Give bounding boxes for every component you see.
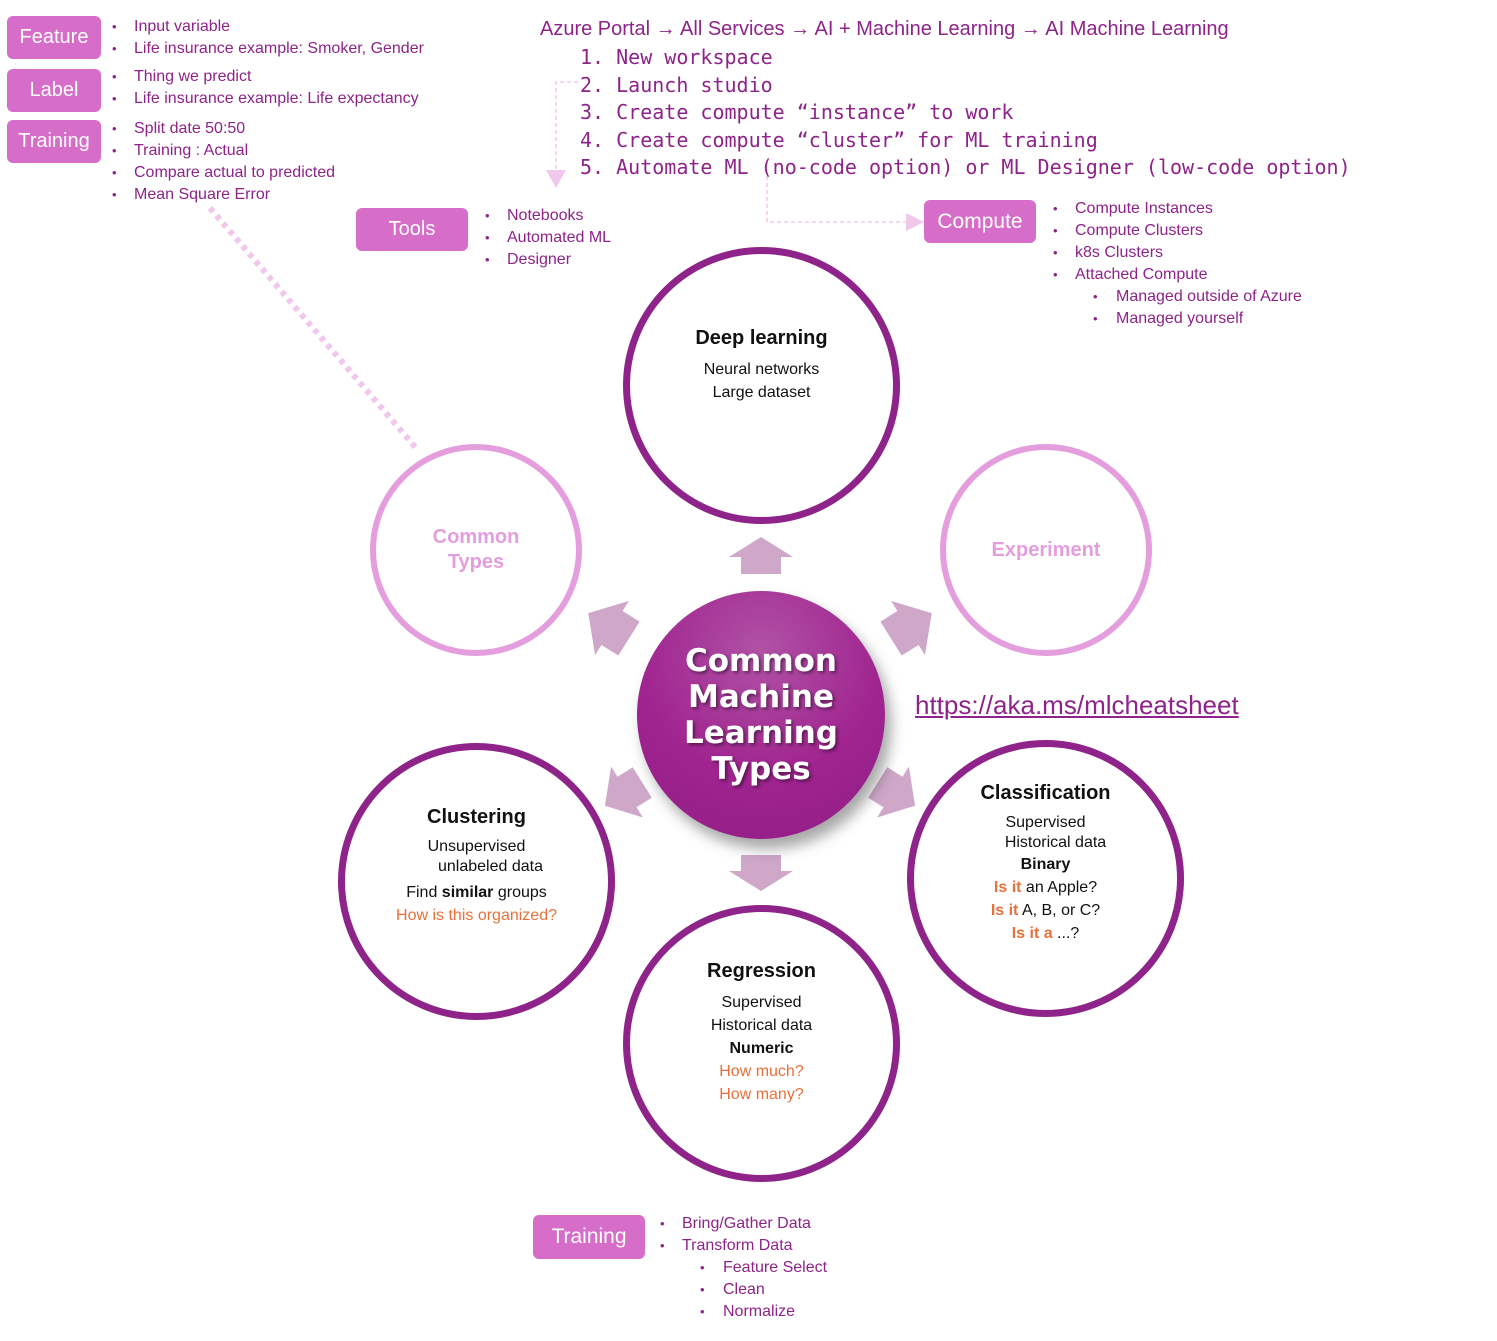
- circle-line: Large dataset: [712, 384, 811, 401]
- circle-title: Types: [447, 551, 505, 573]
- bottom-training-bullets: Bring/Gather Data Transform Data Feature…: [658, 1213, 827, 1323]
- label-badge: Label: [7, 69, 101, 112]
- circle-line: Supervised: [721, 993, 802, 1011]
- circle-line: Unsupervised: [427, 838, 526, 855]
- text-fragment: Find: [406, 884, 442, 901]
- circle-line: Find similar groups: [406, 881, 547, 904]
- text-emphasis: similar: [441, 884, 494, 901]
- circle-title: Regression: [707, 959, 816, 982]
- list-subitem: Normalize: [658, 1301, 827, 1323]
- list-item: Life insurance example: Life expectancy: [110, 88, 419, 110]
- circle-question: Is it a ...?: [1012, 922, 1080, 945]
- common-types-circle: Common Types: [370, 444, 582, 656]
- text-fragment: A, B, or C?: [1018, 902, 1101, 919]
- cheatsheet-link[interactable]: https://aka.ms/mlcheatsheet: [915, 690, 1239, 721]
- circle-title: Clustering: [427, 806, 526, 828]
- compute-badge: Compute: [924, 200, 1036, 243]
- hub-title-line: Learning: [684, 715, 838, 751]
- list-item: k8s Clusters: [1051, 242, 1302, 264]
- text-highlight: Is it a: [1011, 925, 1053, 942]
- experiment-circle: Experiment: [940, 444, 1152, 656]
- arrow-up-icon: [729, 537, 793, 574]
- list-item: Thing we predict: [110, 66, 419, 88]
- list-item: Split date 50:50: [110, 118, 335, 140]
- list-item: Notebooks: [483, 205, 611, 227]
- bottom-training-badge: Training: [533, 1215, 645, 1259]
- clustering-circle: Clustering Unsupervised unlabeled data F…: [338, 743, 615, 1020]
- text-highlight: Is it: [993, 879, 1022, 896]
- list-subitem: Clean: [658, 1279, 827, 1301]
- circle-question: How is this organized?: [396, 907, 557, 924]
- label-bullets: Thing we predict Life insurance example:…: [110, 66, 419, 110]
- dashed-connector-tools: [555, 81, 578, 172]
- step-item: 1. New workspace: [580, 45, 773, 69]
- deep-learning-circle: Deep learning Neural networks Large data…: [623, 247, 900, 524]
- circle-line: Neural networks: [703, 361, 820, 378]
- list-item: Training : Actual: [110, 140, 335, 162]
- azure-steps: 1. New workspace 2. Launch studio 3. Cre…: [580, 44, 1351, 182]
- list-item: Life insurance example: Smoker, Gender: [110, 38, 424, 60]
- list-item: Designer: [483, 249, 611, 271]
- list-item: Compute Instances: [1051, 198, 1302, 220]
- circle-title: Common: [432, 526, 520, 548]
- list-subitem: Managed yourself: [1051, 308, 1302, 330]
- arrow-down-icon: [729, 855, 793, 891]
- classification-circle: Classification Supervised Historical dat…: [907, 740, 1184, 1017]
- list-item: Transform Data: [658, 1235, 827, 1257]
- text-fragment: ...?: [1052, 925, 1080, 942]
- hub-circle: Common Machine Learning Types: [637, 591, 885, 839]
- feature-badge: Feature: [7, 16, 101, 59]
- tools-badge: Tools: [356, 208, 468, 251]
- arrowhead-right-icon: [906, 213, 924, 231]
- list-item: Bring/Gather Data: [658, 1213, 827, 1235]
- hub-title-line: Common: [684, 643, 838, 679]
- circle-line: Historical data: [710, 1016, 813, 1034]
- list-item: Compute Clusters: [1051, 220, 1302, 242]
- list-subitem: Feature Select: [658, 1257, 827, 1279]
- circle-title: Experiment: [991, 538, 1101, 561]
- list-item: Input variable: [110, 16, 424, 38]
- circle-line: Binary: [1020, 856, 1071, 873]
- regression-circle: Regression Supervised Historical data Nu…: [623, 905, 900, 1182]
- circle-question: Is it an Apple?: [994, 876, 1097, 899]
- circle-title: Classification: [980, 782, 1111, 804]
- arrowhead-down-icon: [546, 170, 566, 188]
- step-item: 2. Launch studio: [580, 72, 773, 97]
- list-item: Automated ML: [483, 227, 611, 249]
- list-subitem: Managed outside of Azure: [1051, 286, 1302, 308]
- step-item: 4. Create compute “cluster” for ML train…: [580, 127, 1098, 152]
- circle-title: Deep learning: [695, 327, 828, 349]
- azure-breadcrumb: Azure Portal → All Services → AI + Machi…: [540, 18, 1229, 40]
- circle-question: Is it A, B, or C?: [991, 899, 1100, 922]
- circle-question: How many?: [719, 1085, 804, 1103]
- text-highlight: Is it: [990, 902, 1019, 919]
- arrow-up-right-icon: [880, 600, 932, 656]
- step-item: 5. Automate ML (no-code option) or ML De…: [580, 155, 1351, 179]
- circle-line: Numeric: [729, 1039, 794, 1057]
- feature-bullets: Input variable Life insurance example: S…: [110, 16, 424, 60]
- training-badge: Training: [7, 120, 101, 163]
- step-item: 3. Create compute “instance” to work: [580, 100, 1014, 124]
- arrow-up-left-icon: [588, 600, 640, 656]
- text-fragment: an Apple?: [1021, 879, 1098, 896]
- tools-bullets: Notebooks Automated ML Designer: [483, 205, 611, 271]
- circle-line: Historical data: [1004, 834, 1107, 851]
- circle-line: unlabeled data: [438, 858, 543, 875]
- list-item: Attached Compute: [1051, 264, 1302, 286]
- hub-title-line: Machine: [688, 679, 834, 715]
- circle-line: Supervised: [1005, 814, 1086, 831]
- list-item: Compare actual to predicted: [110, 162, 335, 184]
- list-item: Mean Square Error: [110, 184, 335, 206]
- compute-bullets: Compute Instances Compute Clusters k8s C…: [1051, 198, 1302, 330]
- hub-title-line: Types: [711, 751, 811, 787]
- circle-question: How much?: [719, 1062, 804, 1080]
- training-bullets: Split date 50:50 Training : Actual Compa…: [110, 118, 335, 206]
- text-fragment: groups: [493, 884, 547, 901]
